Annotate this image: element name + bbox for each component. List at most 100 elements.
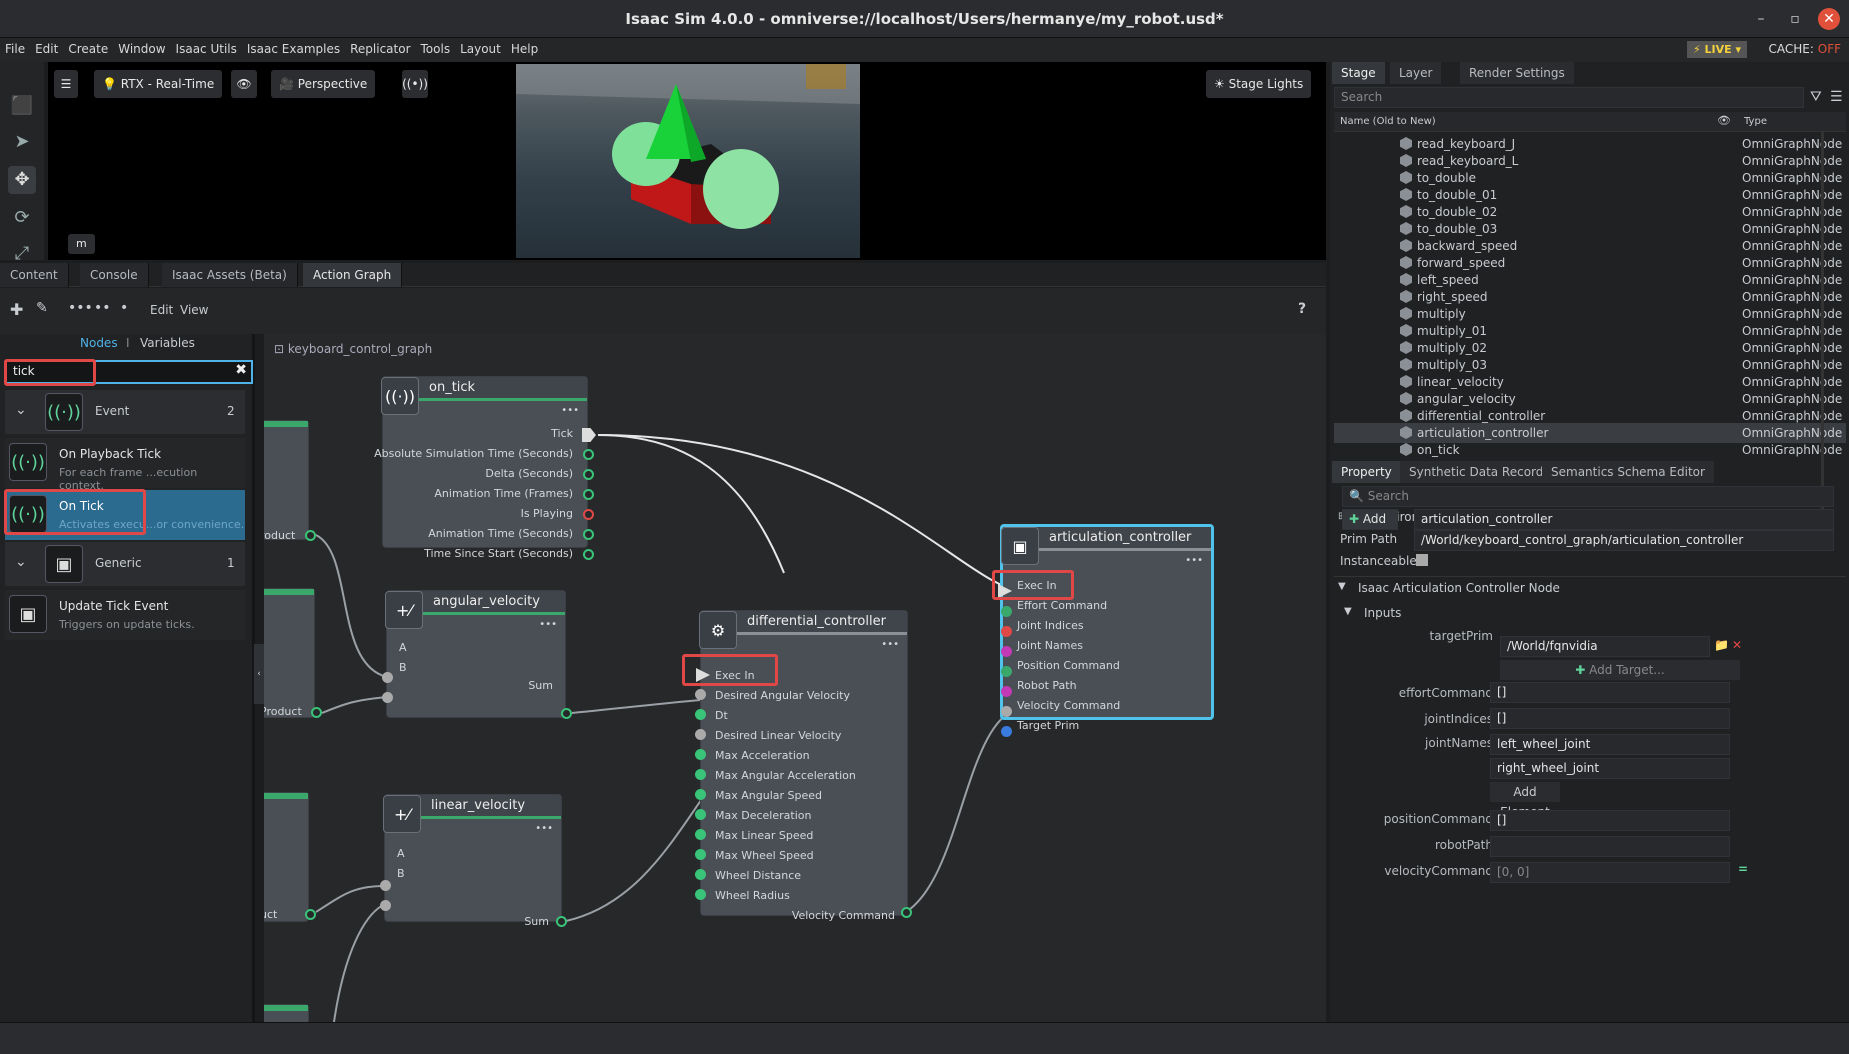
port-in[interactable]	[1001, 606, 1012, 617]
options-icon[interactable]: ☰	[1830, 89, 1843, 105]
joint-name-field[interactable]: right_wheel_joint	[1490, 758, 1730, 779]
folder-icon[interactable]: 📁	[1714, 638, 1729, 652]
port-out[interactable]	[556, 916, 567, 927]
menu-edit-graph[interactable]: Edit	[150, 303, 173, 317]
dot-icon[interactable]: •	[120, 300, 128, 316]
port-in[interactable]	[695, 849, 706, 860]
menu-isaac-utils[interactable]: Isaac Utils	[171, 38, 242, 56]
port-in[interactable]	[695, 829, 706, 840]
variables-tab[interactable]: Variables	[140, 336, 195, 350]
menu-create[interactable]: Create	[63, 38, 113, 56]
node-item-update-tick-event[interactable]: ▣ Update Tick Event Triggers on update t…	[5, 590, 245, 640]
stage-row[interactable]: on_tick OmniGraphNode	[1334, 440, 1846, 460]
joint-name-field[interactable]: left_wheel_joint	[1490, 734, 1730, 755]
tab-layer[interactable]: Layer	[1390, 62, 1442, 84]
inputs-header[interactable]: ▼ Inputs	[1344, 604, 1834, 626]
port-out[interactable]	[583, 529, 594, 540]
port-out[interactable]	[311, 707, 322, 718]
port-in[interactable]	[1001, 726, 1012, 737]
help-icon[interactable]: ?	[1298, 301, 1306, 317]
node-menu-icon[interactable]: •••	[1185, 555, 1203, 566]
nodes-tab[interactable]: Nodes	[80, 336, 118, 350]
collapse-icon[interactable]: ▼	[1344, 606, 1352, 617]
settings-icon[interactable]: ☰	[54, 70, 78, 98]
menu-view-graph[interactable]: View	[180, 303, 208, 317]
velocity-command-field[interactable]: [0, 0]	[1490, 862, 1730, 883]
tab-property[interactable]: Property	[1332, 461, 1401, 483]
tab-synthetic-data[interactable]: Synthetic Data Recorder	[1400, 461, 1565, 483]
target-prim-field[interactable]: /World/fqnvidia	[1500, 636, 1710, 657]
add-button[interactable]: ✚ Add	[1342, 509, 1398, 530]
audio-icon[interactable]: ((•))	[402, 70, 428, 98]
instanceable-checkbox[interactable]	[1416, 554, 1428, 566]
partial-node-3[interactable]: uct	[264, 792, 316, 922]
port-in[interactable]	[382, 692, 393, 703]
node-item-on-playback-tick[interactable]: ((·)) On Playback Tick For each frame ..…	[5, 438, 245, 492]
node-angular-velocity[interactable]: angular_velocity +⁄ ••• A B Sum	[385, 590, 566, 718]
node-articulation-controller[interactable]: articulation_controller ▣ ••• Exec In Ef…	[1000, 524, 1214, 732]
more-icon[interactable]: •••	[68, 300, 93, 316]
node-menu-icon[interactable]: •••	[561, 405, 579, 416]
port-out[interactable]	[901, 907, 912, 918]
tab-stage[interactable]: Stage	[1332, 62, 1385, 84]
chevron-down-icon[interactable]: ⌄	[15, 402, 27, 418]
pencil-icon[interactable]: ✎	[36, 300, 48, 316]
node-menu-icon[interactable]: •••	[539, 619, 557, 630]
add-element-button[interactable]: Add Element	[1490, 782, 1560, 819]
select-arrow-icon[interactable]: ➤	[8, 128, 36, 156]
port-in[interactable]	[695, 709, 706, 720]
effort-command-field[interactable]: []	[1490, 682, 1730, 703]
port-in[interactable]	[695, 749, 706, 760]
dots-icon[interactable]: ••	[94, 300, 111, 316]
stage-lights-button[interactable]: ☀ Stage Lights	[1206, 70, 1312, 98]
node-on-tick[interactable]: on_tick ((·)) ••• Tick Absolute Simulati…	[374, 376, 588, 560]
port-out[interactable]	[583, 449, 594, 460]
port-out[interactable]	[583, 549, 594, 560]
tab-content[interactable]: Content	[0, 263, 69, 287]
tab-console[interactable]: Console	[80, 263, 149, 287]
menu-isaac-examples[interactable]: Isaac Examples	[242, 38, 345, 56]
port-in[interactable]	[695, 809, 706, 820]
node-linear-velocity[interactable]: linear_velocity +⁄ ••• A B Sum	[383, 794, 562, 928]
add-target-button[interactable]: ✚ Add Target...	[1500, 660, 1740, 680]
tab-semantics[interactable]: Semantics Schema Editor	[1542, 461, 1714, 483]
port-out[interactable]	[305, 530, 316, 541]
port-in[interactable]	[695, 869, 706, 880]
prim-name-field[interactable]: articulation_controller	[1414, 509, 1834, 530]
renderer-button[interactable]: 💡 RTX - Real-Time	[94, 70, 223, 98]
property-search-input[interactable]: 🔍 Search	[1342, 486, 1834, 507]
move-icon[interactable]: ✥	[8, 166, 36, 194]
node-menu-icon[interactable]: •••	[881, 639, 899, 650]
partial-node-1[interactable]: roduct	[264, 420, 316, 542]
port-out[interactable]	[561, 708, 572, 719]
chevron-down-icon[interactable]: ⌄	[15, 554, 27, 570]
scene-render[interactable]	[516, 64, 860, 258]
clear-search-icon[interactable]: ✖	[235, 362, 247, 378]
position-command-field[interactable]: []	[1490, 810, 1730, 831]
cache-status[interactable]: CACHE: OFF	[1769, 42, 1841, 56]
port-in[interactable]	[695, 689, 706, 700]
camera-button[interactable]: 🎥 Perspective	[271, 70, 376, 98]
menu-file[interactable]: File	[0, 38, 30, 56]
cube-icon[interactable]: ⬛	[8, 92, 36, 120]
partial-node-2[interactable]: Product	[264, 588, 322, 718]
port-out[interactable]	[305, 909, 316, 920]
filter-icon[interactable]: ⛛	[1810, 89, 1822, 105]
menu-edit[interactable]: Edit	[30, 38, 63, 56]
stage-scrollbar[interactable]	[1821, 132, 1824, 512]
stage-search-input[interactable]: Search	[1334, 87, 1804, 108]
add-icon[interactable]: ✚	[10, 300, 23, 319]
port-in[interactable]	[695, 769, 706, 780]
menu-window[interactable]: Window	[113, 38, 170, 56]
menu-layout[interactable]: Layout	[455, 38, 506, 56]
port-in[interactable]	[1001, 666, 1012, 677]
port-in[interactable]	[380, 900, 391, 911]
category-generic[interactable]: ⌄ ▣ Generic 1	[5, 542, 245, 586]
collapse-panel-handle[interactable]: ‹	[254, 644, 264, 704]
partial-node-4[interactable]	[264, 1004, 309, 1022]
node-menu-icon[interactable]: •••	[535, 823, 553, 834]
minimize-button[interactable]: –	[1750, 8, 1772, 30]
close-button[interactable]: ✕	[1818, 8, 1840, 30]
port-in[interactable]	[1001, 706, 1012, 717]
collapse-icon[interactable]: ▼	[1338, 581, 1346, 592]
